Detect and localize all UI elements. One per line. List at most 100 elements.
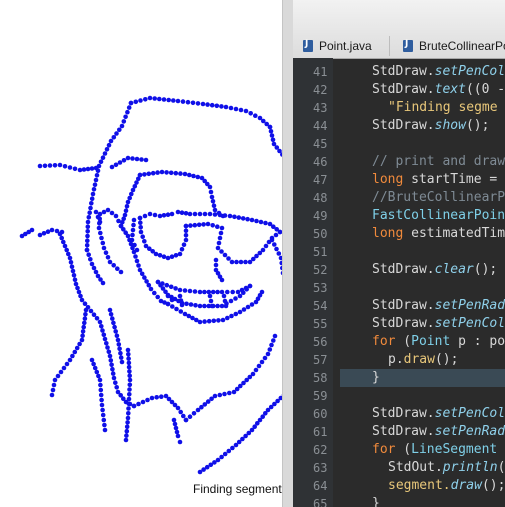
portrait-point xyxy=(173,286,178,291)
portrait-point xyxy=(178,171,183,176)
portrait-point xyxy=(168,284,174,290)
portrait-point xyxy=(219,104,224,109)
code-line[interactable]: 60 StdDraw.setPenCol xyxy=(293,405,505,423)
portrait-point xyxy=(127,382,133,388)
code-line[interactable]: 49 FastCollinearPoin xyxy=(293,207,505,225)
portrait-point xyxy=(79,297,85,303)
code-line[interactable]: 64 segment.draw(); xyxy=(293,477,505,495)
code-line[interactable]: 56 for (Point p : po xyxy=(293,333,505,351)
portrait-point xyxy=(88,308,94,314)
portrait-point xyxy=(250,371,256,377)
portrait-point xyxy=(113,162,119,168)
editor-tab-bar: Point.java BruteCollinearPo xyxy=(293,0,505,59)
portrait-point xyxy=(61,365,67,371)
portrait-point xyxy=(42,163,48,169)
portrait-point xyxy=(88,205,93,211)
code-token: (); xyxy=(465,118,490,133)
code-token: ( xyxy=(395,442,412,457)
portrait-point xyxy=(147,211,153,217)
code-line[interactable]: 42 StdDraw.text((0 - xyxy=(293,81,505,99)
portrait-point xyxy=(101,417,107,423)
portrait-point xyxy=(175,209,181,215)
portrait-point xyxy=(211,318,217,324)
portrait-point xyxy=(233,106,239,112)
portrait-point xyxy=(222,298,228,304)
portrait-point xyxy=(54,228,60,234)
portrait-point xyxy=(272,333,278,339)
portrait-point xyxy=(256,363,262,369)
code-line[interactable]: 62 for (LineSegment xyxy=(293,441,505,459)
code-line[interactable]: 65} xyxy=(293,495,505,507)
portrait-point xyxy=(217,212,223,218)
portrait-point xyxy=(175,405,181,411)
portrait-point xyxy=(72,349,78,355)
portrait-point xyxy=(136,401,141,407)
portrait-point xyxy=(196,222,202,228)
line-number: 57 xyxy=(313,353,328,367)
portrait-point xyxy=(116,218,121,224)
portrait-point xyxy=(215,245,221,251)
portrait-point xyxy=(269,133,275,138)
portrait-point xyxy=(263,243,269,249)
line-number: 53 xyxy=(313,281,328,295)
portrait-point xyxy=(93,209,99,215)
portrait-point xyxy=(154,395,159,400)
portrait-point xyxy=(168,170,174,176)
portrait-point xyxy=(238,259,244,265)
code-line[interactable]: 58} xyxy=(293,369,505,387)
portrait-point xyxy=(152,290,157,296)
code-token: (); xyxy=(434,352,459,367)
code-line[interactable]: 45 xyxy=(293,135,505,153)
portrait-point xyxy=(215,457,221,463)
code-line[interactable]: 53 xyxy=(293,279,505,297)
portrait-point xyxy=(140,399,146,405)
code-text: // print and draw xyxy=(372,153,505,171)
code-line[interactable]: 50 long estimatedTim xyxy=(293,225,505,243)
portrait-point xyxy=(149,395,155,401)
portrait-point xyxy=(127,377,133,383)
portrait-point xyxy=(209,102,215,108)
code-line[interactable]: 63 StdOut.println( xyxy=(293,459,505,477)
portrait-point xyxy=(91,312,97,318)
tab-brute-collinear[interactable]: BruteCollinearPo xyxy=(403,34,505,58)
tab-point-java[interactable]: Point.java xyxy=(303,34,372,58)
code-line[interactable]: 52 StdDraw.clear(); xyxy=(293,261,505,279)
code-token: StdOut. xyxy=(388,460,443,475)
code-line[interactable]: 41 StdDraw.setPenCol xyxy=(293,63,505,81)
line-number: 43 xyxy=(313,101,328,115)
portrait-point xyxy=(222,213,228,218)
portrait-point xyxy=(155,279,161,285)
portrait-point xyxy=(157,253,163,258)
code-editor[interactable]: Point.java BruteCollinearPo 41StdDraw.se… xyxy=(293,0,505,507)
code-text: long estimatedTim xyxy=(372,225,505,243)
portrait-point xyxy=(270,137,276,143)
java-file-icon xyxy=(403,39,413,52)
code-token: Point xyxy=(411,334,451,349)
portrait-point xyxy=(215,303,220,309)
portrait-point xyxy=(183,211,189,216)
code-line[interactable]: 54 StdDraw.setPenRad xyxy=(293,297,505,315)
code-line[interactable]: 55 StdDraw.setPenCol xyxy=(293,315,505,333)
code-line[interactable]: 44 StdDraw.show(); xyxy=(293,117,505,135)
code-line[interactable]: 48 //BruteCollinearP xyxy=(293,189,505,207)
code-line[interactable]: 59 xyxy=(293,387,505,405)
code-line[interactable]: 51 xyxy=(293,243,505,261)
portrait-point xyxy=(208,298,214,304)
portrait-point xyxy=(161,213,167,218)
code-line[interactable]: 47 long startTime = xyxy=(293,171,505,189)
portrait-point xyxy=(105,207,111,213)
line-number: 52 xyxy=(313,263,328,277)
code-line[interactable]: 43 "Finding segme xyxy=(293,99,505,117)
code-line[interactable]: 61 StdDraw.setPenRad xyxy=(293,423,505,441)
portrait-point xyxy=(243,259,248,265)
portrait-point xyxy=(126,360,132,366)
portrait-point xyxy=(267,347,273,352)
portrait-point xyxy=(117,346,122,352)
portrait-point xyxy=(265,351,271,357)
code-line[interactable]: 46 // print and draw xyxy=(293,153,505,171)
code-token: setPenRad xyxy=(434,298,505,313)
portrait-point xyxy=(215,289,220,295)
code-token: text xyxy=(434,82,466,97)
portrait-point xyxy=(97,221,102,226)
code-line[interactable]: 57 p.draw(); xyxy=(293,351,505,369)
